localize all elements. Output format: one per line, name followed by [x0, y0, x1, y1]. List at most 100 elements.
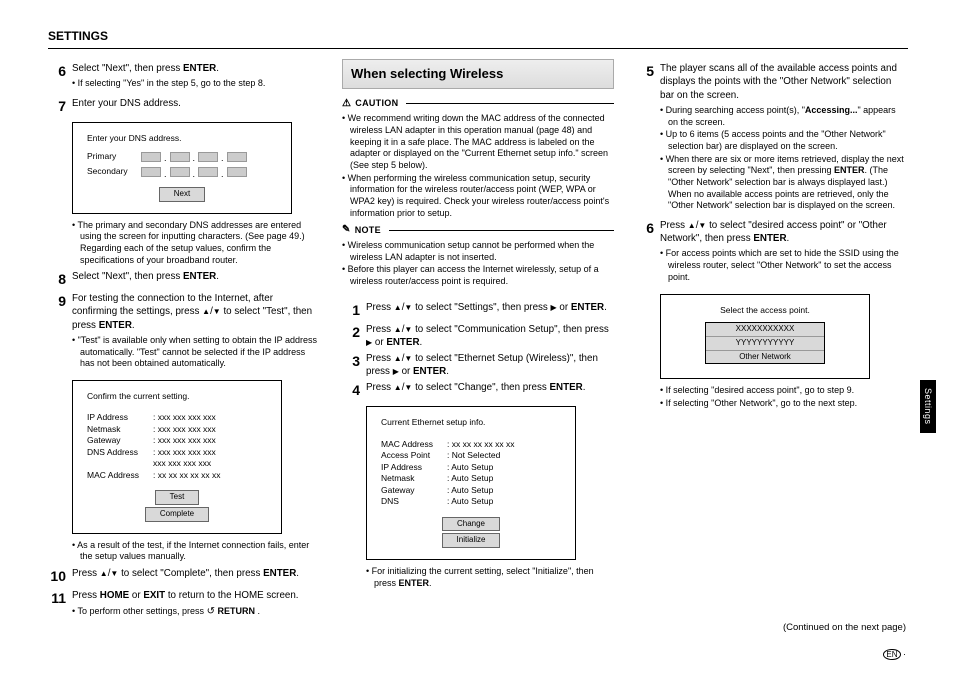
ethernet-info-screen: Current Ethernet setup info. MAC Address…	[366, 406, 576, 560]
enter-label: ENTER	[263, 568, 296, 579]
info-label: IP Address	[87, 412, 149, 423]
wireless-heading: When selecting Wireless	[342, 59, 614, 89]
ip-octet[interactable]	[170, 167, 190, 177]
step-number: 3	[342, 352, 360, 378]
dns-fields: . . .	[141, 166, 247, 178]
ethernet-notes: For initializing the current setting, se…	[366, 566, 614, 589]
step-body: Press / to select "Change", then press E…	[366, 381, 614, 400]
info-value: : Auto Setup	[447, 496, 493, 507]
info-value: : xxx xxx xxx xxx	[153, 435, 216, 446]
info-label: MAC Address	[87, 470, 149, 481]
access-point-item[interactable]: XXXXXXXXXXX	[706, 323, 824, 337]
confirm-screen: Confirm the current setting. IP Address:…	[72, 380, 282, 534]
up-icon	[394, 353, 402, 364]
side-tab-settings: Settings	[920, 380, 936, 433]
step-body: Press HOME or EXIT to return to the HOME…	[72, 589, 320, 622]
step-body: Press / to select "Settings", then press…	[366, 301, 614, 320]
info-value: : xxx xxx xxx xxx	[153, 447, 216, 458]
caution-label: CAUTION	[355, 97, 398, 109]
text: Select "Next", then press	[72, 271, 183, 282]
up-icon	[394, 324, 402, 335]
screen-title: Current Ethernet setup info.	[381, 417, 561, 428]
step-11: 11 Press HOME or EXIT to return to the H…	[48, 589, 320, 622]
ip-octet[interactable]	[170, 152, 190, 162]
ip-octet[interactable]	[141, 152, 161, 162]
up-icon	[100, 568, 108, 579]
step-9: 9 For testing the connection to the Inte…	[48, 292, 320, 374]
ip-octet[interactable]	[227, 152, 247, 162]
info-value: : Not Selected	[447, 450, 500, 461]
bullet: The primary and secondary DNS addresses …	[72, 220, 320, 267]
step-5: 5 The player scans all of the available …	[636, 62, 908, 216]
warning-icon: ⚠	[342, 97, 351, 111]
ip-octet[interactable]	[141, 167, 161, 177]
column-3: 5 The player scans all of the available …	[636, 59, 908, 622]
step-6: 6 Select "Next", then press ENTER. If se…	[48, 62, 320, 94]
access-point-item[interactable]: Other Network	[706, 351, 824, 364]
access-point-list: XXXXXXXXXXX YYYYYYYYYYY Other Network	[705, 322, 825, 364]
text: Press	[72, 568, 100, 579]
exit-label: EXIT	[143, 590, 165, 601]
step-body: Press / to select "Communication Setup",…	[366, 323, 614, 349]
home-label: HOME	[100, 590, 129, 601]
bullet: We recommend writing down the MAC addres…	[342, 113, 614, 171]
return-icon	[207, 606, 215, 616]
step-number: 11	[48, 589, 66, 622]
enter-label: ENTER	[413, 366, 446, 377]
info-value: : Auto Setup	[447, 485, 493, 496]
step-body: The player scans all of the available ac…	[660, 62, 908, 216]
bullet: "Test" is available only when setting to…	[72, 335, 320, 370]
up-icon	[394, 382, 402, 393]
text-tail: .	[216, 271, 219, 282]
dns-secondary-row: Secondary . . .	[87, 166, 277, 178]
bullet: Wireless communication setup cannot be p…	[342, 240, 614, 263]
info-label: Netmask	[381, 473, 443, 484]
bullet: If selecting "Yes" in the step 5, go to …	[72, 78, 320, 90]
enter-label: ENTER	[386, 337, 419, 348]
change-button[interactable]: Change	[442, 517, 500, 532]
next-button[interactable]: Next	[159, 187, 205, 202]
info-label: DNS Address	[87, 447, 149, 458]
step-body: Press / to select "Ethernet Setup (Wirel…	[366, 352, 614, 378]
step-body: Select "Next", then press ENTER. If sele…	[72, 62, 320, 94]
bullet: Up to 6 items (5 access points and the "…	[660, 129, 908, 152]
bullet: When there are six or more items retriev…	[660, 154, 908, 212]
row-label: Primary	[87, 151, 135, 162]
info-label: MAC Address	[381, 439, 443, 450]
bullet: For access points which are set to hide …	[660, 248, 908, 283]
note-icon: ✎	[342, 223, 351, 237]
ip-octet[interactable]	[227, 167, 247, 177]
step-bullets: During searching access point(s), "Acces…	[660, 105, 908, 212]
step-7: 7 Enter your DNS address.	[48, 97, 320, 116]
info-value: : xx xx xx xx xx xx	[447, 439, 515, 450]
step-bullets: To perform other settings, press RETURN …	[72, 605, 320, 618]
complete-button[interactable]: Complete	[145, 507, 209, 522]
bullet: Before this player can access the Intern…	[342, 264, 614, 287]
step-number: 7	[48, 97, 66, 116]
row-label: Secondary	[87, 166, 135, 177]
confirm-notes: As a result of the test, if the Internet…	[72, 540, 320, 563]
ip-octet[interactable]	[198, 152, 218, 162]
text: Press	[72, 590, 100, 601]
page-title: SETTINGS	[48, 28, 908, 49]
info-label: Gateway	[87, 435, 149, 446]
info-label: Gateway	[381, 485, 443, 496]
step-number: 6	[636, 219, 654, 288]
access-point-item[interactable]: YYYYYYYYYYY	[706, 337, 824, 351]
note-heading: ✎ NOTE	[342, 223, 614, 237]
screen-title: Select the access point.	[675, 305, 855, 316]
note-label: NOTE	[355, 224, 381, 236]
initialize-button[interactable]: Initialize	[442, 533, 501, 548]
step-4: 4 Press / to select "Change", then press…	[342, 381, 614, 400]
info-value: : xx xx xx xx xx xx	[153, 470, 221, 481]
info-label: Access Point	[381, 450, 443, 461]
enter-label: ENTER	[99, 320, 132, 331]
dns-screen: Enter your DNS address. Primary . . . Se…	[72, 122, 292, 214]
step-bullets: "Test" is available only when setting to…	[72, 335, 320, 370]
info-value: : Auto Setup	[447, 473, 493, 484]
note-bullets: Wireless communication setup cannot be p…	[342, 240, 614, 288]
ip-octet[interactable]	[198, 167, 218, 177]
bullet: To perform other settings, press RETURN …	[72, 605, 320, 618]
enter-label: ENTER	[753, 233, 786, 244]
test-button[interactable]: Test	[155, 490, 200, 505]
